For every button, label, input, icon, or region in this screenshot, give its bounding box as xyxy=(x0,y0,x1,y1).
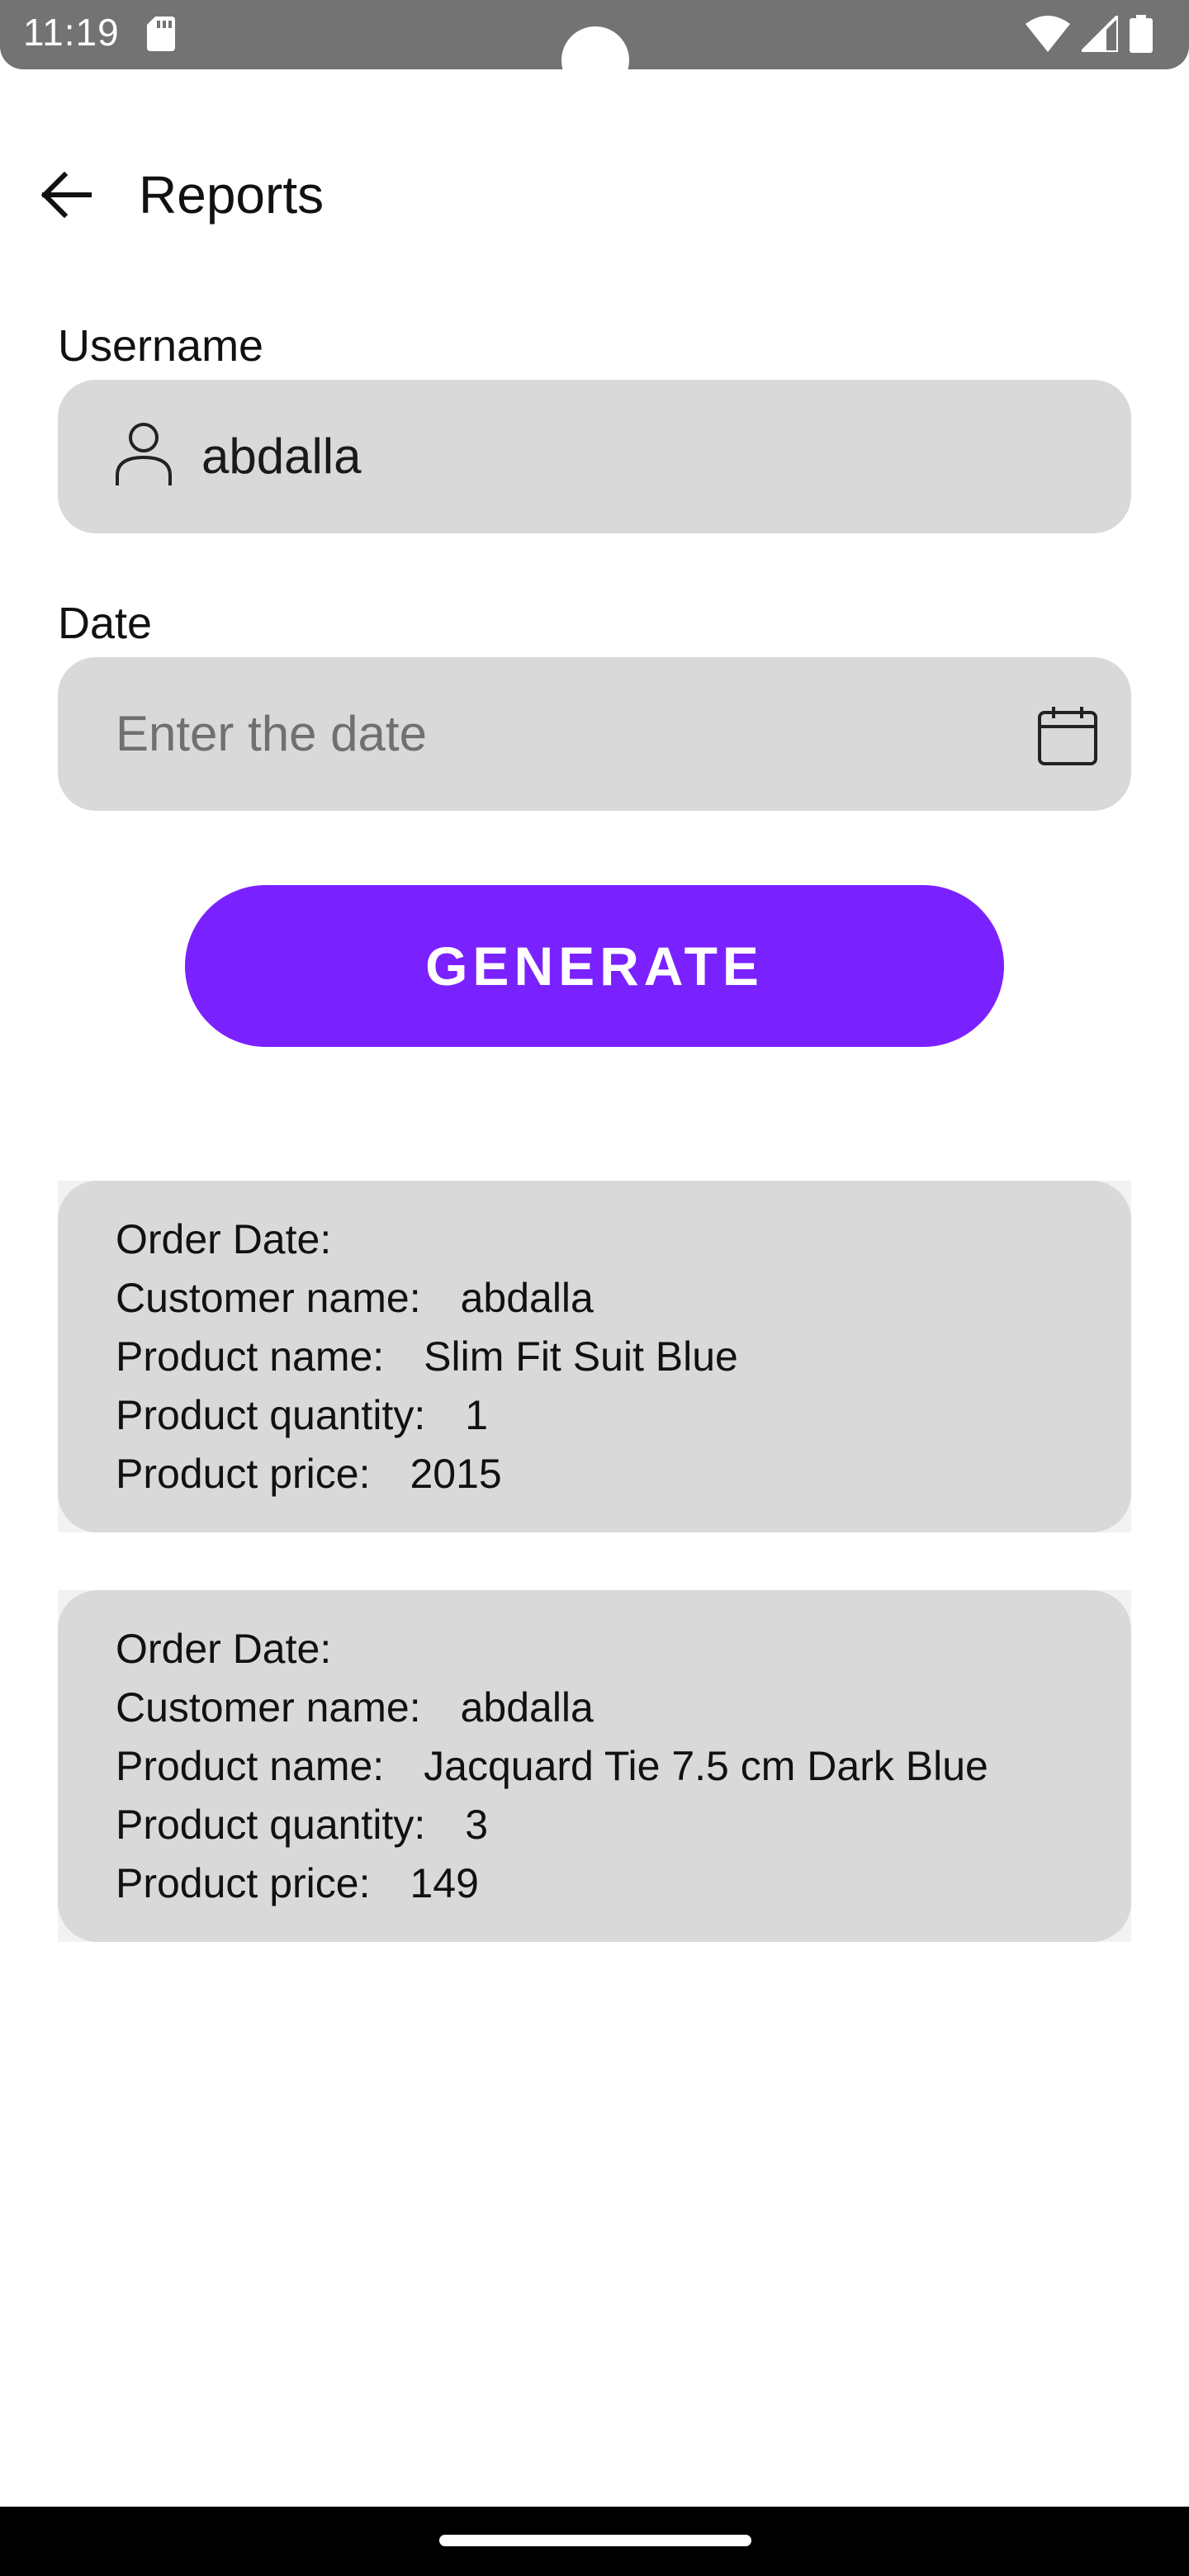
report-card: Order Date: Customer name: abdalla Produc… xyxy=(58,1590,1131,1942)
home-gesture-handle[interactable] xyxy=(439,2535,751,2546)
product-price-value: 149 xyxy=(410,1860,479,1906)
product-name-label: Product name: xyxy=(116,1333,385,1380)
camera-cutout xyxy=(561,26,629,94)
customer-name-row: Customer name: abdalla xyxy=(116,1269,1073,1328)
product-quantity-label: Product quantity: xyxy=(116,1802,426,1848)
order-date-row: Order Date: xyxy=(116,1210,1073,1269)
arrow-back-icon xyxy=(40,172,92,218)
product-name-row: Product name: Jacquard Tie 7.5 cm Dark Bl… xyxy=(116,1737,1073,1796)
date-label: Date xyxy=(58,599,153,648)
customer-name-value: abdalla xyxy=(460,1275,594,1321)
product-name-value: Slim Fit Suit Blue xyxy=(424,1333,738,1380)
product-quantity-label: Product quantity: xyxy=(116,1392,426,1438)
customer-name-label: Customer name: xyxy=(116,1684,421,1731)
battery-icon xyxy=(1130,15,1153,57)
report-card-body: Order Date: Customer name: abdalla Produc… xyxy=(58,1181,1131,1532)
product-price-row: Product price: 149 xyxy=(116,1854,1073,1913)
username-field[interactable]: abdalla xyxy=(58,380,1131,533)
product-price-label: Product price: xyxy=(116,1451,371,1497)
product-name-row: Product name: Slim Fit Suit Blue xyxy=(116,1328,1073,1386)
navigation-bar xyxy=(0,2507,1189,2576)
product-quantity-value: 1 xyxy=(465,1392,489,1438)
product-price-value: 2015 xyxy=(410,1451,502,1497)
order-date-row: Order Date: xyxy=(116,1620,1073,1679)
report-card-body: Order Date: Customer name: abdalla Produc… xyxy=(58,1590,1131,1942)
customer-name-label: Customer name: xyxy=(116,1275,421,1321)
status-time: 11:19 xyxy=(23,11,120,54)
product-quantity-row: Product quantity: 1 xyxy=(116,1386,1073,1445)
username-value[interactable]: abdalla xyxy=(201,380,362,533)
product-quantity-value: 3 xyxy=(465,1802,489,1848)
calendar-icon[interactable] xyxy=(1037,705,1098,770)
app-bar: Reports xyxy=(0,149,1189,239)
order-date-label: Order Date: xyxy=(116,1216,332,1262)
generate-button[interactable]: GENERATE xyxy=(185,885,1004,1047)
wifi-icon xyxy=(1026,16,1070,56)
back-button[interactable] xyxy=(33,162,99,228)
status-bar: 11:19 xyxy=(0,0,1189,94)
sd-card-icon xyxy=(147,17,175,55)
customer-name-row: Customer name: abdalla xyxy=(116,1679,1073,1737)
order-date-label: Order Date: xyxy=(116,1626,332,1672)
reports-screen: 11:19 Reports Username abdalla Date Ente… xyxy=(0,0,1189,2576)
signal-icon xyxy=(1078,12,1120,56)
customer-name-value: abdalla xyxy=(460,1684,594,1731)
product-quantity-row: Product quantity: 3 xyxy=(116,1796,1073,1854)
username-label: Username xyxy=(58,321,264,371)
date-field[interactable]: Enter the date xyxy=(58,657,1131,811)
product-name-label: Product name: xyxy=(116,1743,385,1789)
product-price-row: Product price: 2015 xyxy=(116,1445,1073,1503)
product-name-value: Jacquard Tie 7.5 cm Dark Blue xyxy=(424,1743,988,1789)
report-card: Order Date: Customer name: abdalla Produc… xyxy=(58,1181,1131,1532)
person-icon xyxy=(112,421,175,491)
page-title: Reports xyxy=(139,165,324,225)
date-placeholder[interactable]: Enter the date xyxy=(116,657,427,811)
status-icons xyxy=(1026,12,1153,57)
product-price-label: Product price: xyxy=(116,1860,371,1906)
